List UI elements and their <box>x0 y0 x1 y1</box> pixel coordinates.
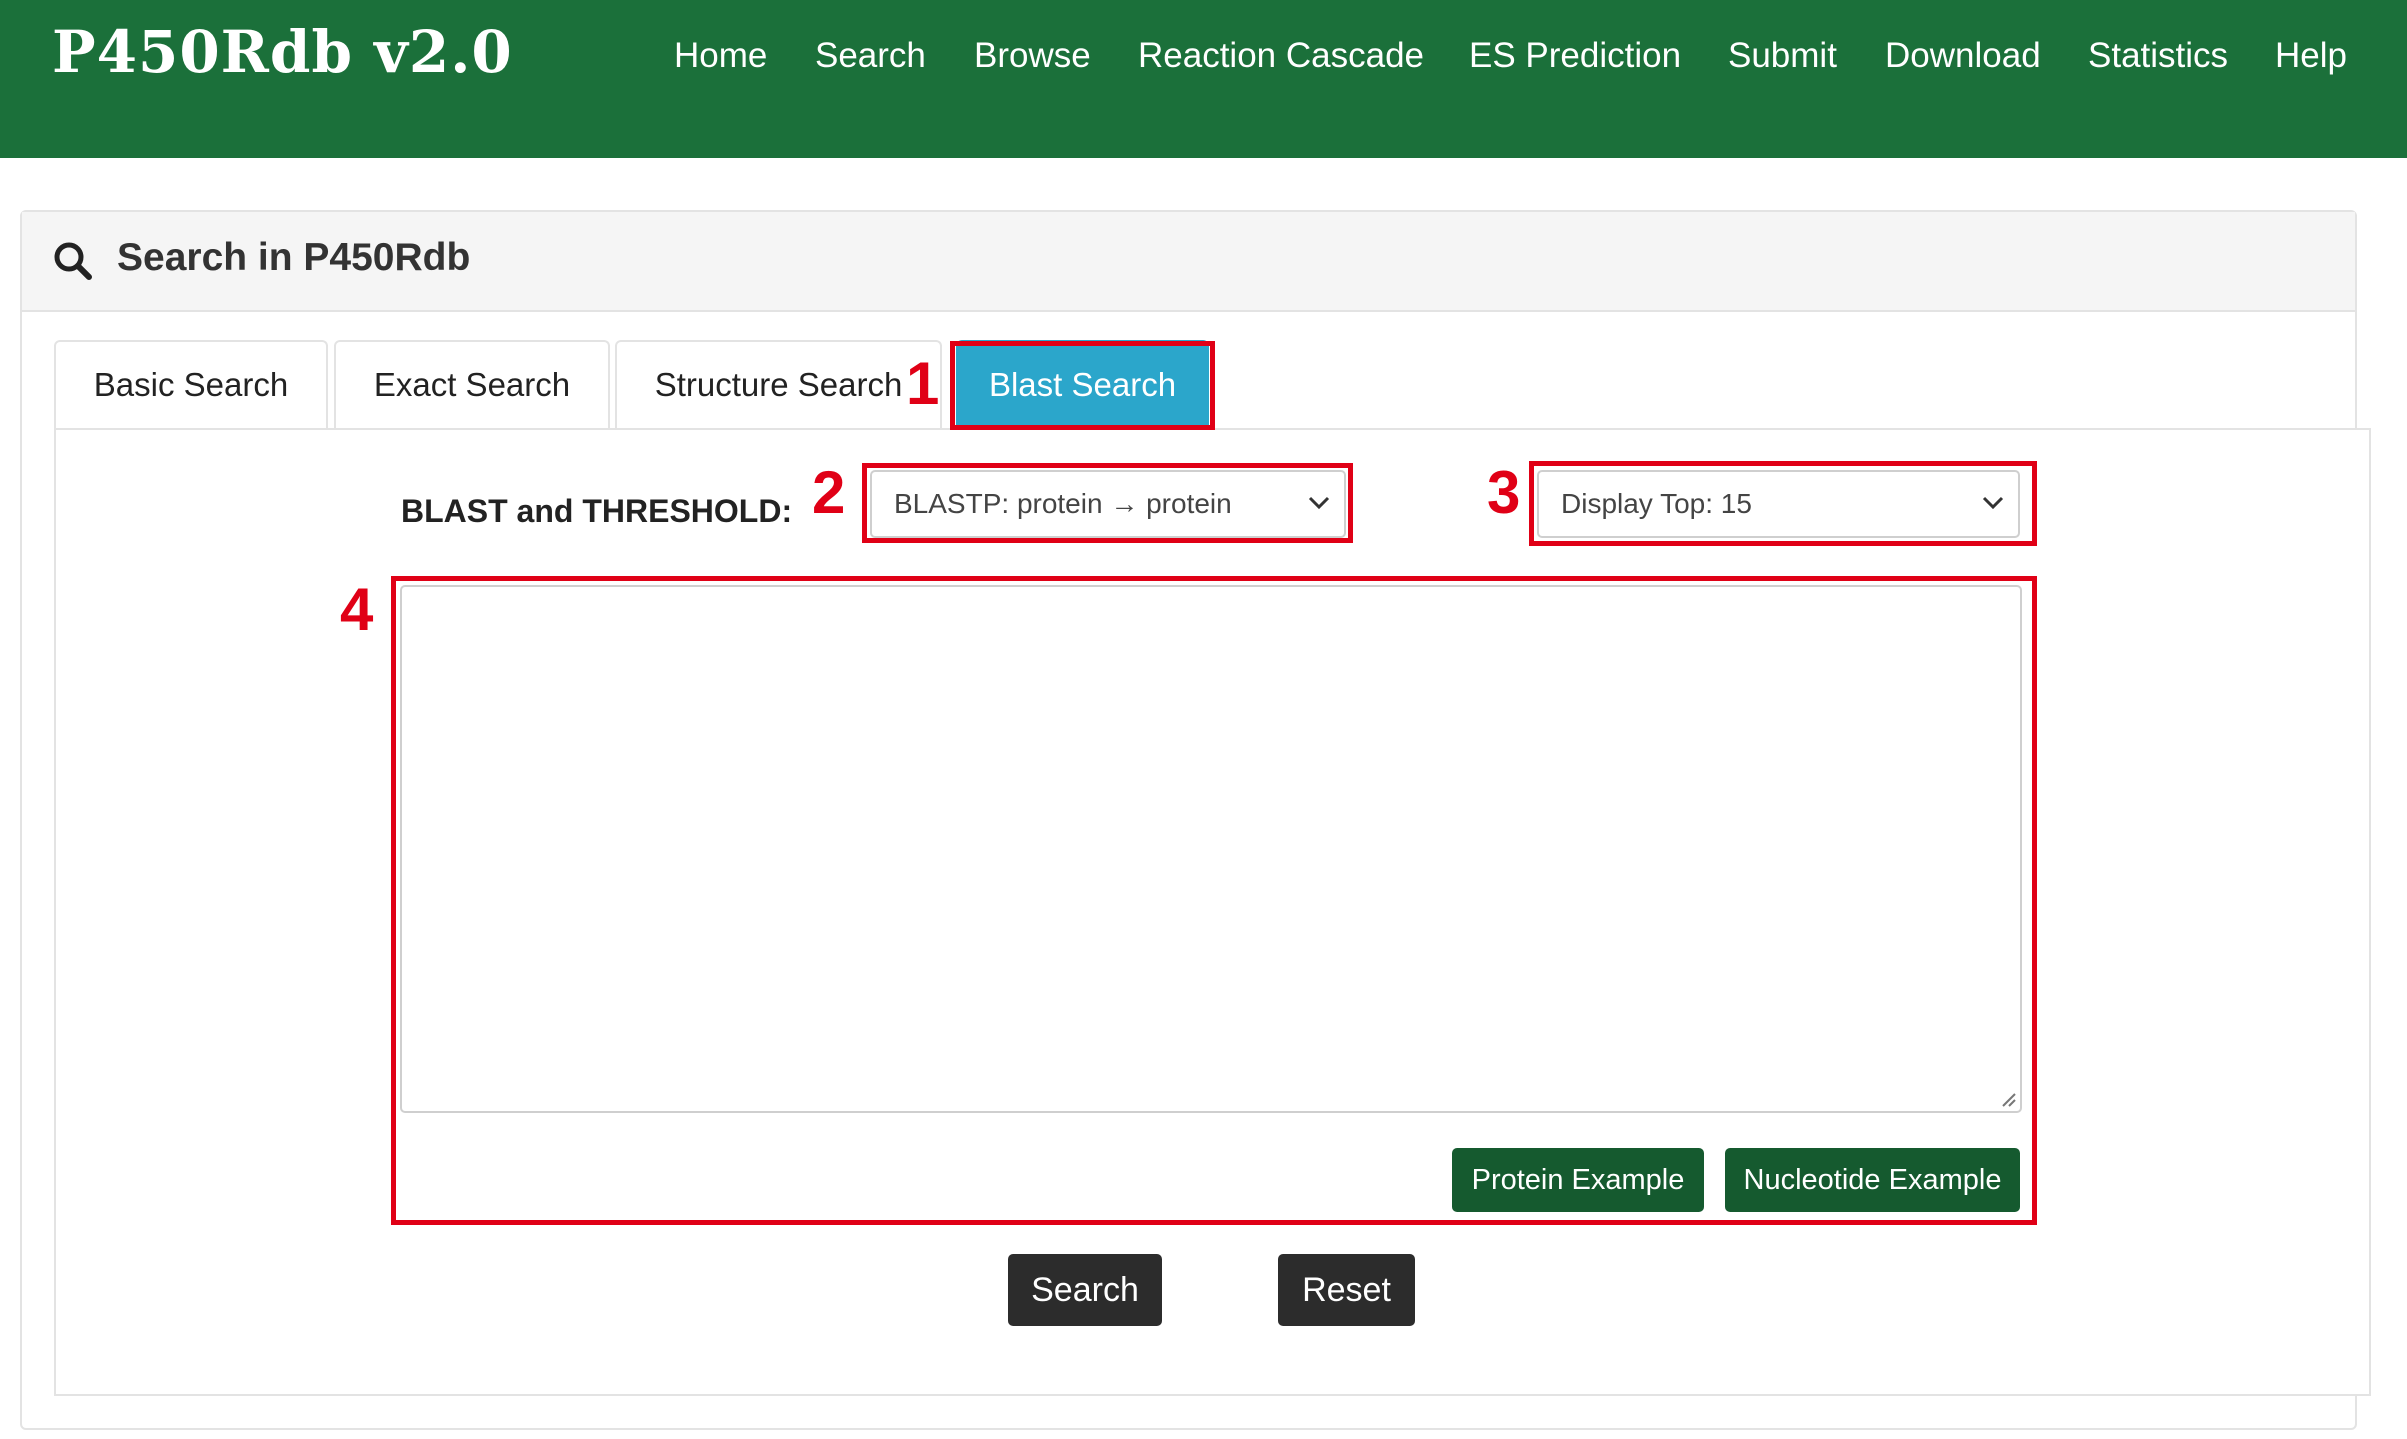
panel-header: Search in P450Rdb <box>22 212 2355 312</box>
tab-exact-search[interactable]: Exact Search <box>334 340 610 428</box>
search-button[interactable]: Search <box>1008 1254 1162 1326</box>
nav-reaction-cascade[interactable]: Reaction Cascade <box>1138 36 1424 76</box>
panel-title: Search in P450Rdb <box>117 236 471 279</box>
tab-basic-search[interactable]: Basic Search <box>54 340 328 428</box>
blast-threshold-label: BLAST and THRESHOLD: <box>401 493 793 529</box>
reset-button[interactable]: Reset <box>1278 1254 1415 1326</box>
annotation-number-3: 3 <box>1487 459 1521 526</box>
site-logo[interactable]: P450Rdb v2.0 <box>52 18 513 86</box>
nav-home[interactable]: Home <box>674 36 767 76</box>
annotation-number-2: 2 <box>812 459 846 526</box>
tab-structure-search[interactable]: Structure Search <box>615 340 942 428</box>
annotation-box-3 <box>1529 461 2037 546</box>
nav-download[interactable]: Download <box>1885 36 2041 76</box>
nav-submit[interactable]: Submit <box>1728 36 1837 76</box>
nav-help[interactable]: Help <box>2275 36 2347 76</box>
nav-es-prediction[interactable]: ES Prediction <box>1469 36 1681 76</box>
nav-search[interactable]: Search <box>815 36 926 76</box>
annotation-number-4: 4 <box>340 576 374 643</box>
annotation-number-1: 1 <box>906 350 940 417</box>
search-icon <box>54 242 92 280</box>
annotation-box-4 <box>391 576 2037 1225</box>
annotation-box-2 <box>862 463 1353 543</box>
annotation-box-1 <box>950 341 1215 430</box>
nav-statistics[interactable]: Statistics <box>2088 36 2228 76</box>
top-navbar: P450Rdb v2.0 Home Search Browse Reaction… <box>0 0 2407 158</box>
nav-browse[interactable]: Browse <box>974 36 1091 76</box>
